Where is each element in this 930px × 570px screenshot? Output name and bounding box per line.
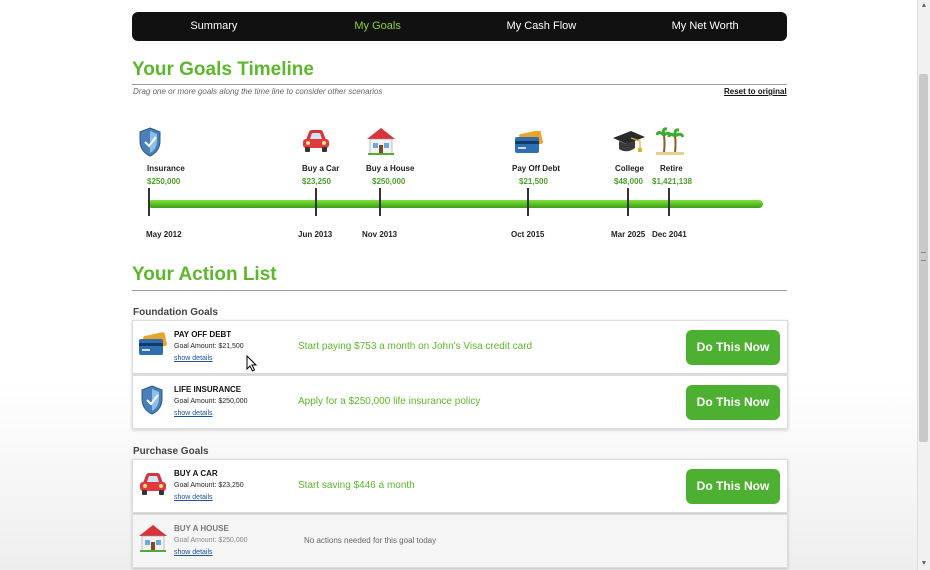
group-title-purchase: Purchase Goals <box>133 446 209 457</box>
timeline-subtitle: Drag one or more goals along the time li… <box>133 87 383 96</box>
do-this-now-button[interactable]: Do This Now <box>686 469 780 504</box>
tab-my-cash-flow[interactable]: My Cash Flow <box>460 12 624 41</box>
milestone-amount: $21,500 <box>519 177 548 186</box>
milestone-name: Buy a Car <box>302 164 340 173</box>
house-icon[interactable] <box>366 126 396 156</box>
action-text: Start saving $446 a month <box>298 480 415 491</box>
timeline-date: Oct 2015 <box>511 230 545 239</box>
timeline-divider <box>132 84 787 85</box>
mouse-cursor-icon <box>246 355 258 372</box>
shield-icon <box>141 385 163 415</box>
car-icon[interactable] <box>301 128 331 154</box>
milestone-amount: $250,000 <box>372 177 406 186</box>
goal-title: BUY A CAR <box>174 469 218 478</box>
timeline-handle-buy-a-house[interactable] <box>379 188 381 216</box>
action-text: No actions needed for this goal today <box>304 536 437 545</box>
timeline-handle-retire[interactable] <box>668 188 670 216</box>
milestone-amount: $48,000 <box>614 177 643 186</box>
timeline-date: Mar 2025 <box>611 230 646 239</box>
goal-amount: Goal Amount: $250,000 <box>174 398 248 405</box>
credit-card-icon <box>139 332 167 355</box>
milestone-pay-off-debt[interactable]: Pay Off Debt $21,500 <box>512 164 560 186</box>
do-this-now-button[interactable]: Do This Now <box>686 330 780 365</box>
action-text: Start paying $753 a month on John's Visa… <box>298 341 533 352</box>
timeline-handle-insurance[interactable] <box>148 188 150 216</box>
timeline-date: Nov 2013 <box>362 230 398 239</box>
scrollbar-grip-icon <box>921 252 926 261</box>
milestone-college[interactable]: College $48,000 <box>614 164 644 186</box>
goal-title: LIFE INSURANCE <box>174 385 242 394</box>
timeline-handle-buy-a-car[interactable] <box>315 188 317 216</box>
palm-tree-icon[interactable] <box>656 127 684 155</box>
milestone-insurance[interactable]: Insurance $250,000 <box>147 164 185 186</box>
tab-summary[interactable]: Summary <box>132 12 296 41</box>
milestone-name: College <box>615 164 644 173</box>
milestone-amount: $23,250 <box>302 177 331 186</box>
timeline-handle-college[interactable] <box>627 188 629 216</box>
milestone-buy-a-car[interactable]: Buy a Car $23,250 <box>302 164 339 186</box>
shield-icon[interactable] <box>138 127 162 157</box>
do-this-now-button[interactable]: Do This Now <box>686 385 780 420</box>
action-list-divider <box>132 290 787 291</box>
group-title-foundation: Foundation Goals <box>133 307 218 318</box>
goal-title: BUY A HOUSE <box>174 524 229 533</box>
goal-amount: Goal Amount: $250,000 <box>174 537 248 544</box>
goals-page: Summary My Goals My Cash Flow My Net Wor… <box>0 0 918 570</box>
milestone-buy-a-house[interactable]: Buy a House $250,000 <box>366 164 414 186</box>
show-details-link[interactable]: show details <box>174 549 213 556</box>
action-card-buy-a-house: BUY A HOUSE Goal Amount: $250,000 show d… <box>132 514 788 568</box>
milestone-amount: $1,421,138 <box>652 177 693 186</box>
timeline-handle-pay-off-debt[interactable] <box>527 188 529 216</box>
scrollbar-thumb[interactable] <box>919 74 928 442</box>
scroll-down-arrow-icon[interactable]: ▼ <box>920 560 928 568</box>
action-text: Apply for a $250,000 life insurance poli… <box>298 396 481 407</box>
main-nav: Summary My Goals My Cash Flow My Net Wor… <box>132 12 787 41</box>
timeline-bar <box>148 200 763 208</box>
show-details-link[interactable]: show details <box>174 494 213 501</box>
action-card-pay-off-debt: PAY OFF DEBT Goal Amount: $21,500 show d… <box>132 320 788 374</box>
action-card-buy-a-car: BUY A CAR Goal Amount: $23,250 show deta… <box>132 459 788 513</box>
timeline-title: Your Goals Timeline <box>132 59 314 80</box>
milestone-name: Buy a House <box>366 164 415 173</box>
vertical-scrollbar[interactable]: ▲ ▼ <box>917 0 930 570</box>
milestone-name: Retire <box>660 164 683 173</box>
milestone-retire[interactable]: Retire $1,421,138 <box>652 164 692 186</box>
goal-amount: Goal Amount: $21,500 <box>174 343 244 350</box>
milestone-name: Insurance <box>147 164 185 173</box>
milestone-amount: $250,000 <box>147 177 181 186</box>
credit-card-icon[interactable] <box>514 131 544 155</box>
milestone-name: Pay Off Debt <box>512 164 561 173</box>
tab-my-net-worth[interactable]: My Net Worth <box>623 12 787 41</box>
tab-my-goals[interactable]: My Goals <box>296 12 460 41</box>
goal-amount: Goal Amount: $23,250 <box>174 482 244 489</box>
reset-to-original-link[interactable]: Reset to original <box>724 87 787 96</box>
car-icon <box>140 473 166 495</box>
timeline-date: Dec 2041 <box>652 230 687 239</box>
action-list-title: Your Action List <box>132 264 277 285</box>
goal-title: PAY OFF DEBT <box>174 330 232 339</box>
timeline-date: May 2012 <box>146 230 182 239</box>
action-card-life-insurance: LIFE INSURANCE Goal Amount: $250,000 sho… <box>132 375 788 429</box>
house-icon <box>139 525 167 552</box>
scroll-up-arrow-icon[interactable]: ▲ <box>920 2 928 10</box>
show-details-link[interactable]: show details <box>174 410 213 417</box>
show-details-link[interactable]: show details <box>174 355 213 362</box>
graduation-cap-icon[interactable] <box>612 129 646 155</box>
timeline-date: Jun 2013 <box>298 230 333 239</box>
